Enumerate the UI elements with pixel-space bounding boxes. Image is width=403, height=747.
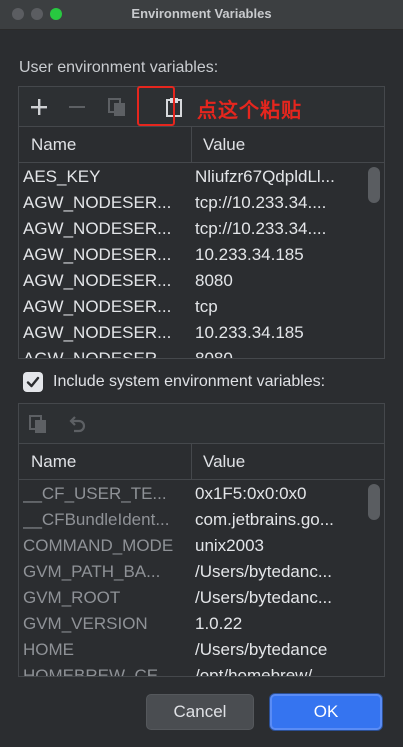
system-table-header: Name Value: [19, 444, 384, 480]
user-variables-label: User environment variables:: [19, 59, 219, 76]
plus-icon: [31, 99, 47, 115]
add-button[interactable]: [25, 93, 53, 121]
user-list-scrollbar[interactable]: [368, 167, 380, 203]
variable-name: AGW_NODESER...: [23, 245, 172, 264]
copy-button[interactable]: [24, 410, 52, 438]
title-bar: Environment Variables: [0, 0, 403, 30]
variable-value: 8080: [195, 349, 362, 358]
user-variables-panel: Name Value AES_KEY Nliufzr67QdpldLl... A…: [18, 86, 385, 359]
user-table-header: Name Value: [19, 127, 384, 163]
variable-value: 1.0.22: [195, 614, 243, 633]
column-divider[interactable]: [191, 127, 192, 163]
table-row[interactable]: HOMEBREW_CE... /opt/homebrew/...: [19, 663, 364, 676]
column-divider[interactable]: [191, 444, 192, 480]
annotation-text: 点这个粘贴: [197, 98, 302, 122]
variable-name: __CFBundleIdent...: [23, 510, 170, 529]
table-row[interactable]: AGW_NODESER... 10.233.34.185: [19, 320, 364, 346]
variable-value: /Users/bytedance: [195, 640, 328, 659]
variable-name: AGW_NODESER...: [23, 323, 172, 342]
variable-name: GVM_PATH_BA...: [23, 562, 161, 581]
variable-name: AGW_NODESER...: [23, 193, 172, 212]
variable-name: AES_KEY: [23, 167, 101, 186]
paste-highlight-box: [137, 86, 175, 126]
table-row[interactable]: AGW_NODESER... tcp://10.233.34....: [19, 216, 364, 242]
include-system-label: Include system environment variables:: [53, 373, 326, 390]
name-column-header[interactable]: Name: [31, 135, 76, 155]
revert-button[interactable]: [63, 410, 91, 438]
variable-name: HOMEBREW_CE...: [23, 666, 173, 676]
variable-value: /Users/bytedanc...: [195, 562, 333, 581]
variable-name: AGW_NODESER...: [23, 349, 189, 358]
table-row[interactable]: GVM_VERSION 1.0.22: [19, 611, 364, 637]
variable-name: GVM_VERSION: [23, 614, 148, 633]
variable-name: AGW_NODESER...: [23, 219, 172, 238]
table-row[interactable]: HOME /Users/bytedance: [19, 637, 364, 663]
include-system-checkbox[interactable]: [23, 372, 43, 392]
variable-value: 10.233.34.185: [195, 245, 304, 264]
variable-value: 10.233.34.185: [195, 323, 304, 342]
undo-icon: [69, 416, 86, 433]
include-system-toggle[interactable]: Include system environment variables:: [23, 371, 325, 393]
variable-value: /Users/bytedanc...: [195, 588, 333, 607]
remove-button[interactable]: [63, 93, 91, 121]
variable-name: COMMAND_MODE: [23, 536, 174, 555]
copy-icon: [29, 415, 46, 433]
copy-icon: [108, 98, 125, 116]
table-row[interactable]: AGW_NODESER... tcp: [19, 294, 364, 320]
variable-value: tcp://10.233.34....: [195, 219, 327, 238]
name-column-header[interactable]: Name: [31, 452, 76, 472]
table-row[interactable]: AGW_NODESER... 10.233.34.185: [19, 242, 364, 268]
ok-button[interactable]: OK: [270, 694, 382, 730]
window-title: Environment Variables: [131, 6, 272, 21]
variable-value: 0x1F5:0x0:0x0: [195, 484, 307, 503]
system-variables-toolbar: [19, 404, 384, 444]
table-row[interactable]: AGW_NODESER... tcp://10.233.34....: [19, 190, 364, 216]
system-variables-list: __CF_USER_TE... 0x1F5:0x0:0x0 __CFBundle…: [19, 481, 364, 676]
variable-value: unix2003: [195, 536, 265, 555]
table-row[interactable]: AES_KEY Nliufzr67QdpldLl...: [19, 164, 364, 190]
variable-name: GVM_ROOT: [23, 588, 121, 607]
checkmark-icon: [26, 376, 40, 388]
user-variables-list: AES_KEY Nliufzr67QdpldLl... AGW_NODESER.…: [19, 164, 364, 358]
cancel-button[interactable]: Cancel: [146, 694, 254, 730]
variable-value: Nliufzr67QdpldLl...: [195, 167, 335, 186]
variable-name: __CF_USER_TE...: [23, 484, 167, 503]
table-row[interactable]: GVM_ROOT /Users/bytedanc...: [19, 585, 364, 611]
table-row[interactable]: AGW_NODESER... 8080: [19, 346, 364, 358]
value-column-header[interactable]: Value: [203, 135, 245, 155]
table-row[interactable]: AGW_NODESER... 8080: [19, 268, 364, 294]
variable-name: HOME: [23, 640, 74, 659]
variable-value: tcp: [195, 297, 218, 316]
value-column-header[interactable]: Value: [203, 452, 245, 472]
variable-value: 8080: [195, 271, 233, 290]
minus-icon: [69, 106, 85, 108]
variable-name: AGW_NODESER...: [23, 297, 172, 316]
variable-value: tcp://10.233.34....: [195, 193, 327, 212]
variable-value: com.jetbrains.go...: [195, 510, 334, 529]
table-row[interactable]: GVM_PATH_BA... /Users/bytedanc...: [19, 559, 364, 585]
table-row[interactable]: COMMAND_MODE unix2003: [19, 533, 364, 559]
table-row[interactable]: __CFBundleIdent... com.jetbrains.go...: [19, 507, 364, 533]
variable-name: AGW_NODESER...: [23, 271, 172, 290]
table-row[interactable]: __CF_USER_TE... 0x1F5:0x0:0x0: [19, 481, 364, 507]
copy-button[interactable]: [103, 93, 131, 121]
system-list-scrollbar[interactable]: [368, 484, 380, 520]
system-variables-panel: Name Value __CF_USER_TE... 0x1F5:0x0:0x0…: [18, 403, 385, 677]
variable-value: /opt/homebrew/...: [195, 666, 327, 676]
